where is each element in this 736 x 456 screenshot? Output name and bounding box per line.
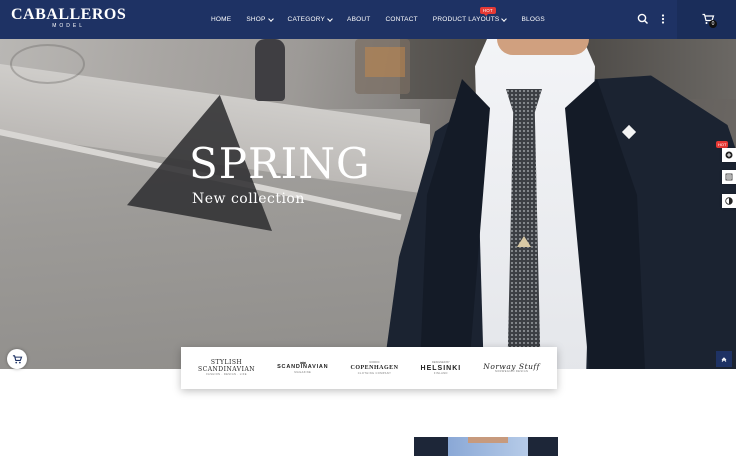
nav-contact[interactable]: CONTACT xyxy=(385,16,417,23)
brand-logo[interactable]: STYLISH SCANDINAVIAN FASHION · DESIGN · … xyxy=(198,359,255,377)
main-nav: HOME SHOP CATEGORY ABOUT CONTACT HOT PRO… xyxy=(211,0,560,39)
page: CABALLEROS MODEL HOME SHOP CATEGORY ABOU… xyxy=(0,0,736,456)
cart-button[interactable]: 0 xyxy=(677,0,736,39)
brand-tagline: FASHION · DESIGN · LIFE xyxy=(206,373,247,376)
search-icon[interactable] xyxy=(636,12,650,26)
hero-title: SPRING xyxy=(189,139,371,188)
tools-hot-badge: HOT xyxy=(716,141,729,148)
floating-cart-button[interactable] xyxy=(7,349,27,369)
hero-background-blur xyxy=(365,47,405,77)
brand-logo[interactable]: DESIGNED BY HELSINKI FINLAND xyxy=(421,361,462,376)
nav-home[interactable]: HOME xyxy=(211,16,231,23)
brand-tagline: MAGAZINE xyxy=(294,371,312,374)
nav-shop-label: SHOP xyxy=(246,16,266,23)
nav-shop[interactable]: SHOP xyxy=(246,15,274,23)
nav-category-label: CATEGORY xyxy=(287,16,326,23)
brand-name-line2: SCANDINAVIAN xyxy=(198,366,256,373)
brand-name: STYLISH xyxy=(210,359,243,366)
nav-product-layouts-label: PRODUCT LAYOUTS xyxy=(432,16,500,23)
site-logo[interactable]: CABALLEROS MODEL xyxy=(11,7,126,30)
nav-contact-label: CONTACT xyxy=(385,16,418,23)
nav-product-layouts[interactable]: HOT PRODUCT LAYOUTS xyxy=(432,7,508,23)
brand-tagline: NORWEGIAN DESIGN xyxy=(494,369,529,373)
hot-badge: HOT xyxy=(479,7,496,16)
brand-name: SCANDINAVIAN xyxy=(277,364,329,370)
brand-logo[interactable]: NORDIC COPENHAGEN CLOTHING COMPANY xyxy=(351,361,399,376)
chevron-down-icon xyxy=(501,15,508,22)
more-vertical-icon[interactable] xyxy=(656,12,670,26)
brand-name: COPENHAGEN xyxy=(350,364,399,371)
nav-category[interactable]: CATEGORY xyxy=(287,15,333,23)
cart-count-badge: 0 xyxy=(709,20,717,28)
nav-about-label: ABOUT xyxy=(347,16,371,23)
chevron-up-icon xyxy=(721,357,727,362)
nav-blogs-label: BLOGS xyxy=(521,16,545,23)
nav-about[interactable]: ABOUT xyxy=(347,16,370,23)
logo-title: CABALLEROS xyxy=(11,6,127,23)
brand-name: HELSINKI xyxy=(420,364,462,372)
brand-logo-strip: STYLISH SCANDINAVIAN FASHION · DESIGN · … xyxy=(181,347,557,389)
plus-circle-icon[interactable] xyxy=(722,148,736,162)
chevron-down-icon xyxy=(267,15,274,22)
tie-pin xyxy=(517,236,531,247)
brand-tagline: FINLAND xyxy=(433,371,448,375)
product-image-teaser[interactable] xyxy=(414,437,558,456)
chevron-down-icon xyxy=(327,15,333,22)
teaser-face xyxy=(468,437,508,443)
hero-background-bicycle xyxy=(10,44,85,84)
hero-background-pedestrian xyxy=(255,39,285,101)
nav-blogs[interactable]: BLOGS xyxy=(521,16,544,23)
cart-icon xyxy=(12,354,22,363)
site-header: CABALLEROS MODEL HOME SHOP CATEGORY ABOU… xyxy=(0,0,736,39)
brand-tagline: CLOTHING COMPANY xyxy=(357,371,392,375)
sliders-icon[interactable] xyxy=(722,170,736,184)
brand-name: Norway Stuff xyxy=(483,361,540,371)
nav-home-label: HOME xyxy=(211,16,232,23)
brand-logo[interactable]: Norway Stuff NORWEGIAN DESIGN xyxy=(483,361,540,374)
hero-banner[interactable]: SPRING New collection xyxy=(0,39,736,369)
model-chin xyxy=(497,39,589,55)
brand-logo[interactable]: SCANDINAVIAN MAGAZINE xyxy=(277,361,328,375)
back-to-top-button[interactable] xyxy=(716,351,732,367)
hero-subtitle: New collection xyxy=(192,191,305,207)
logo-subtitle: MODEL xyxy=(52,23,86,29)
contrast-icon[interactable] xyxy=(722,194,736,208)
